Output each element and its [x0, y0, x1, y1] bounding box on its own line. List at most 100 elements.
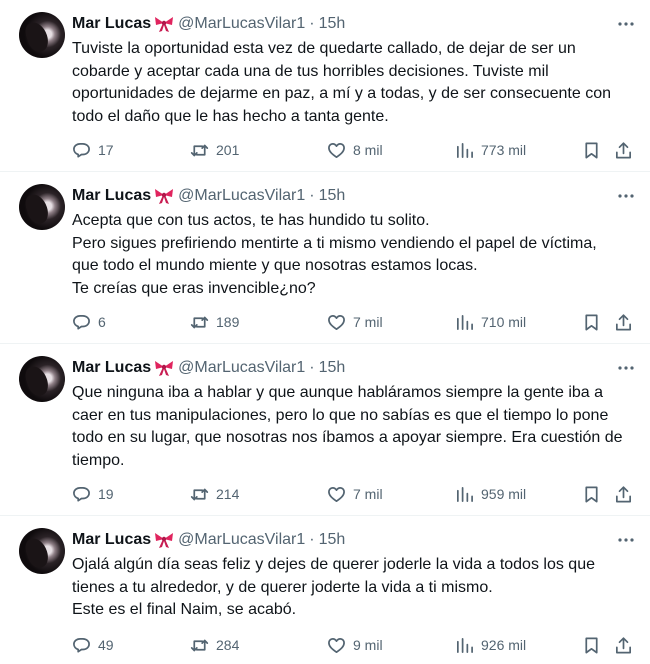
bookmark-icon [585, 142, 598, 158]
author-name[interactable]: Mar Lucas [72, 187, 151, 205]
author-handle[interactable]: @MarLucasVilar1 [178, 15, 305, 33]
bookmark-button[interactable] [582, 482, 601, 506]
timestamp[interactable]: 15h [319, 187, 346, 205]
ribbon-emoji-icon [155, 361, 174, 376]
bookmark-button[interactable] [582, 138, 601, 162]
views-count: 959 mil [481, 486, 527, 502]
like-button[interactable]: 7 mil [327, 482, 383, 506]
share-button[interactable] [614, 633, 633, 657]
retweet-icon [190, 316, 209, 328]
avatar[interactable] [19, 184, 65, 230]
separator-dot: · [309, 187, 315, 204]
reply-button[interactable]: 49 [72, 633, 114, 657]
more-horizontal-icon[interactable] [612, 358, 640, 378]
tweet-text: Tuviste la oportunidad esta vez de queda… [72, 40, 611, 125]
tweet[interactable]: Mar Lucas @MarLucasVilar1 · 15h Tuviste … [0, 0, 650, 172]
retweet-count: 201 [216, 142, 240, 158]
share-button[interactable] [614, 138, 633, 162]
tweet-header: Mar Lucas @MarLucasVilar1 · 15h [72, 186, 345, 206]
retweet-count: 284 [216, 637, 240, 653]
more-horizontal-icon[interactable] [612, 14, 640, 34]
tweet-actions: 49 284 9 mil 926 mil [72, 633, 640, 657]
author-handle[interactable]: @MarLucasVilar1 [178, 531, 305, 549]
share-icon [615, 141, 632, 158]
author-name[interactable]: Mar Lucas [72, 531, 151, 549]
views-count: 926 mil [481, 637, 527, 653]
author-handle[interactable]: @MarLucasVilar1 [178, 187, 305, 205]
heart-icon [328, 637, 345, 653]
views-count: 710 mil [481, 314, 527, 330]
ribbon-emoji-icon [155, 533, 174, 548]
reply-count: 49 [98, 637, 114, 653]
tweet[interactable]: Mar Lucas @MarLucasVilar1 · 15h Que ning… [0, 344, 650, 516]
retweet-icon [190, 488, 209, 500]
tweet[interactable]: Mar Lucas @MarLucasVilar1 · 15h Acepta q… [0, 172, 650, 344]
more-horizontal-icon[interactable] [612, 530, 640, 550]
avatar[interactable] [19, 356, 65, 402]
tweet-actions: 6 189 7 mil 710 mil [72, 310, 640, 334]
retweet-button[interactable]: 284 [190, 633, 239, 657]
views-count: 773 mil [481, 142, 527, 158]
share-icon [615, 313, 632, 330]
like-count: 7 mil [353, 486, 383, 502]
tweet-header: Mar Lucas @MarLucasVilar1 · 15h [72, 358, 345, 378]
separator-dot: · [309, 15, 315, 32]
more-horizontal-icon[interactable] [612, 186, 640, 206]
retweet-count: 214 [216, 486, 240, 502]
avatar[interactable] [19, 528, 65, 574]
tweet[interactable]: Mar Lucas @MarLucasVilar1 · 15h Ojalá al… [0, 516, 650, 664]
avatar[interactable] [19, 12, 65, 58]
like-count: 7 mil [353, 314, 383, 330]
retweet-button[interactable]: 214 [190, 482, 239, 506]
ribbon-emoji-icon [155, 189, 174, 204]
retweet-count: 189 [216, 314, 240, 330]
tweet-text: Ojalá algún día seas feliz y dejes de qu… [72, 556, 595, 618]
reply-button[interactable]: 6 [72, 310, 106, 334]
views-button[interactable]: 773 mil [455, 138, 526, 162]
bookmark-button[interactable] [582, 310, 601, 334]
reply-button[interactable]: 17 [72, 138, 114, 162]
tweet-text: Acepta que con tus actos, te has hundido… [72, 212, 597, 297]
reply-icon [73, 314, 90, 330]
retweet-icon [190, 639, 209, 651]
views-button[interactable]: 926 mil [455, 633, 526, 657]
tweet-thread: Mar Lucas @MarLucasVilar1 · 15h Tuviste … [0, 0, 650, 664]
views-icon [456, 314, 473, 330]
timestamp[interactable]: 15h [319, 531, 346, 549]
like-count: 9 mil [353, 637, 383, 653]
timestamp[interactable]: 15h [319, 15, 346, 33]
share-button[interactable] [614, 310, 633, 334]
bookmark-icon [585, 314, 598, 330]
separator-dot: · [309, 531, 315, 548]
tweet-header: Mar Lucas @MarLucasVilar1 · 15h [72, 530, 345, 550]
reply-icon [73, 486, 90, 502]
reply-button[interactable]: 19 [72, 482, 114, 506]
tweet-actions: 17 201 8 mil 773 mil [72, 138, 640, 162]
retweet-button[interactable]: 201 [190, 138, 239, 162]
author-name[interactable]: Mar Lucas [72, 359, 151, 377]
bookmark-button[interactable] [582, 633, 601, 657]
retweet-button[interactable]: 189 [190, 310, 239, 334]
heart-icon [328, 142, 345, 158]
tweet-header: Mar Lucas @MarLucasVilar1 · 15h [72, 14, 345, 34]
timestamp[interactable]: 15h [319, 359, 346, 377]
reply-icon [73, 142, 90, 158]
views-button[interactable]: 710 mil [455, 310, 526, 334]
bookmark-icon [585, 486, 598, 502]
views-icon [456, 486, 473, 502]
like-button[interactable]: 7 mil [327, 310, 383, 334]
reply-icon [73, 637, 90, 653]
author-name[interactable]: Mar Lucas [72, 15, 151, 33]
like-count: 8 mil [353, 142, 383, 158]
like-button[interactable]: 9 mil [327, 633, 383, 657]
tweet-actions: 19 214 7 mil 959 mil [72, 482, 640, 506]
share-icon [615, 485, 632, 502]
like-button[interactable]: 8 mil [327, 138, 383, 162]
reply-count: 6 [98, 314, 106, 330]
share-button[interactable] [614, 482, 633, 506]
author-handle[interactable]: @MarLucasVilar1 [178, 359, 305, 377]
views-icon [456, 142, 473, 158]
views-button[interactable]: 959 mil [455, 482, 526, 506]
reply-count: 19 [98, 486, 114, 502]
tweet-text: Que ninguna iba a hablar y que aunque ha… [72, 384, 623, 469]
